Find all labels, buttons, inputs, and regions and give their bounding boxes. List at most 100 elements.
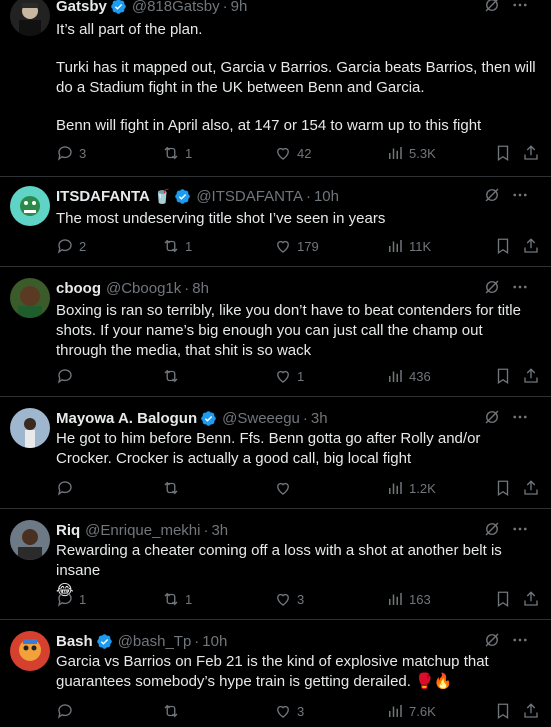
tweet-3[interactable]: cboog @Cboog1k · 8h Boxing is ran so ter… [0,267,551,397]
share-button[interactable] [522,702,545,720]
views-button[interactable]: 1.2K [386,479,436,497]
name-emoji: 🥤 [153,187,172,204]
bookmark-icon [497,480,509,497]
more-options-icon[interactable] [511,278,529,296]
repost-icon [164,369,178,383]
like-button[interactable]: 3 [274,702,304,720]
tweet-2[interactable]: ITSDAFANTA 🥤 @ITSDAFANTA · 10h The most … [0,177,551,267]
views-button[interactable]: 5.3K [386,144,436,162]
tweet-paragraph: Garcia vs Barrios on Feb 21 is the kind … [56,653,489,690]
more-options-icon[interactable] [511,408,529,426]
more-options-icon[interactable] [511,0,529,14]
views-icon [389,593,402,605]
display-name[interactable]: Riq [56,522,80,539]
tweet-5[interactable]: Riq @Enrique_mekhi · 3h Rewarding a chea… [0,509,551,620]
timestamp[interactable]: 3h [211,522,228,539]
reply-button[interactable]: 2 [56,237,86,255]
reply-count: 3 [79,145,87,161]
timestamp[interactable]: 10h [314,188,339,205]
more-options-icon[interactable] [511,520,529,538]
grok-icon[interactable] [483,278,501,296]
tweet-paragraph: The most undeserving title shot I’ve see… [56,210,386,227]
avatar[interactable] [10,408,50,448]
timestamp[interactable]: 3h [311,410,328,427]
share-icon [524,238,538,253]
reply-button[interactable] [56,702,79,720]
repost-button[interactable]: 1 [162,144,192,162]
tweet-6[interactable]: Bash @bash_Tp · 10h Garcia vs Barrios on… [0,620,551,727]
reply-button[interactable] [56,479,79,497]
avatar[interactable] [10,0,50,36]
handle[interactable]: @bash_Tp [118,633,192,650]
repost-icon [164,239,178,253]
grok-icon[interactable] [483,408,501,426]
timestamp[interactable]: 9h [231,0,248,15]
handle[interactable]: @Sweeegu [222,410,300,427]
verified-badge-icon [200,410,217,427]
views-button[interactable]: 7.6K [386,702,436,720]
like-button[interactable]: 179 [274,237,319,255]
bookmark-button[interactable] [494,479,517,497]
grok-icon[interactable] [483,0,501,14]
timestamp[interactable]: 8h [192,280,209,297]
display-name[interactable]: ITSDAFANTA [56,188,150,205]
bookmark-button[interactable] [494,237,517,255]
like-button[interactable]: 42 [274,144,311,162]
tweet-4[interactable]: Mayowa A. Balogun @Sweeegu · 3h He got t… [0,397,551,509]
share-button[interactable] [522,590,545,608]
like-button[interactable]: 1 [274,367,304,385]
tweet-paragraph: He got to him before Benn. Ffs. Benn got… [56,430,481,467]
grok-icon[interactable] [483,186,501,204]
view-count: 11K [409,238,432,254]
share-button[interactable] [522,367,545,385]
bookmark-button[interactable] [494,702,517,720]
display-name[interactable]: Bash [56,633,93,650]
tweet-1[interactable]: Gatsby @818Gatsby · 9h It’s all part of … [0,0,551,177]
share-button[interactable] [522,237,545,255]
like-button[interactable]: 3 [274,590,304,608]
tweet-actions: 3 7.6K [56,702,538,722]
reply-button[interactable]: 1 [56,590,86,608]
display-name[interactable]: Mayowa A. Balogun [56,410,197,427]
repost-button[interactable] [162,702,185,720]
more-options-icon[interactable] [511,631,529,649]
tweet-actions: 1 436 [56,367,538,387]
views-button[interactable]: 163 [386,590,431,608]
handle[interactable]: @Enrique_mekhi [85,522,200,539]
grok-icon[interactable] [483,520,501,538]
like-count: 179 [297,238,319,254]
repost-button[interactable]: 1 [162,237,192,255]
views-button[interactable]: 436 [386,367,431,385]
handle[interactable]: @ITSDAFANTA [196,188,303,205]
avatar[interactable] [10,186,50,226]
repost-icon [164,592,178,606]
display-name[interactable]: Gatsby [56,0,107,15]
separator-dot: · [203,521,209,539]
heart-icon [277,482,289,495]
views-icon [389,482,402,494]
views-button[interactable]: 11K [386,237,431,255]
repost-button[interactable] [162,367,185,385]
reply-button[interactable]: 3 [56,144,86,162]
bookmark-button[interactable] [494,590,517,608]
display-name[interactable]: cboog [56,280,101,297]
grok-icon[interactable] [483,631,501,649]
repost-button[interactable]: 1 [162,590,192,608]
handle[interactable]: @Cboog1k [106,280,181,297]
bookmark-button[interactable] [494,367,517,385]
share-button[interactable] [522,479,545,497]
view-count: 1.2K [409,480,436,496]
tweet-paragraph: Rewarding a cheater coming off a loss wi… [56,542,502,579]
avatar[interactable] [10,631,50,671]
share-button[interactable] [522,144,545,162]
avatar[interactable] [10,520,50,560]
separator-dot: · [305,187,311,205]
bookmark-button[interactable] [494,144,517,162]
avatar[interactable] [10,278,50,318]
timestamp[interactable]: 10h [202,633,227,650]
reply-button[interactable] [56,367,79,385]
like-button[interactable] [274,479,297,497]
repost-button[interactable] [162,479,185,497]
more-options-icon[interactable] [511,186,529,204]
handle[interactable]: @818Gatsby [132,0,220,15]
